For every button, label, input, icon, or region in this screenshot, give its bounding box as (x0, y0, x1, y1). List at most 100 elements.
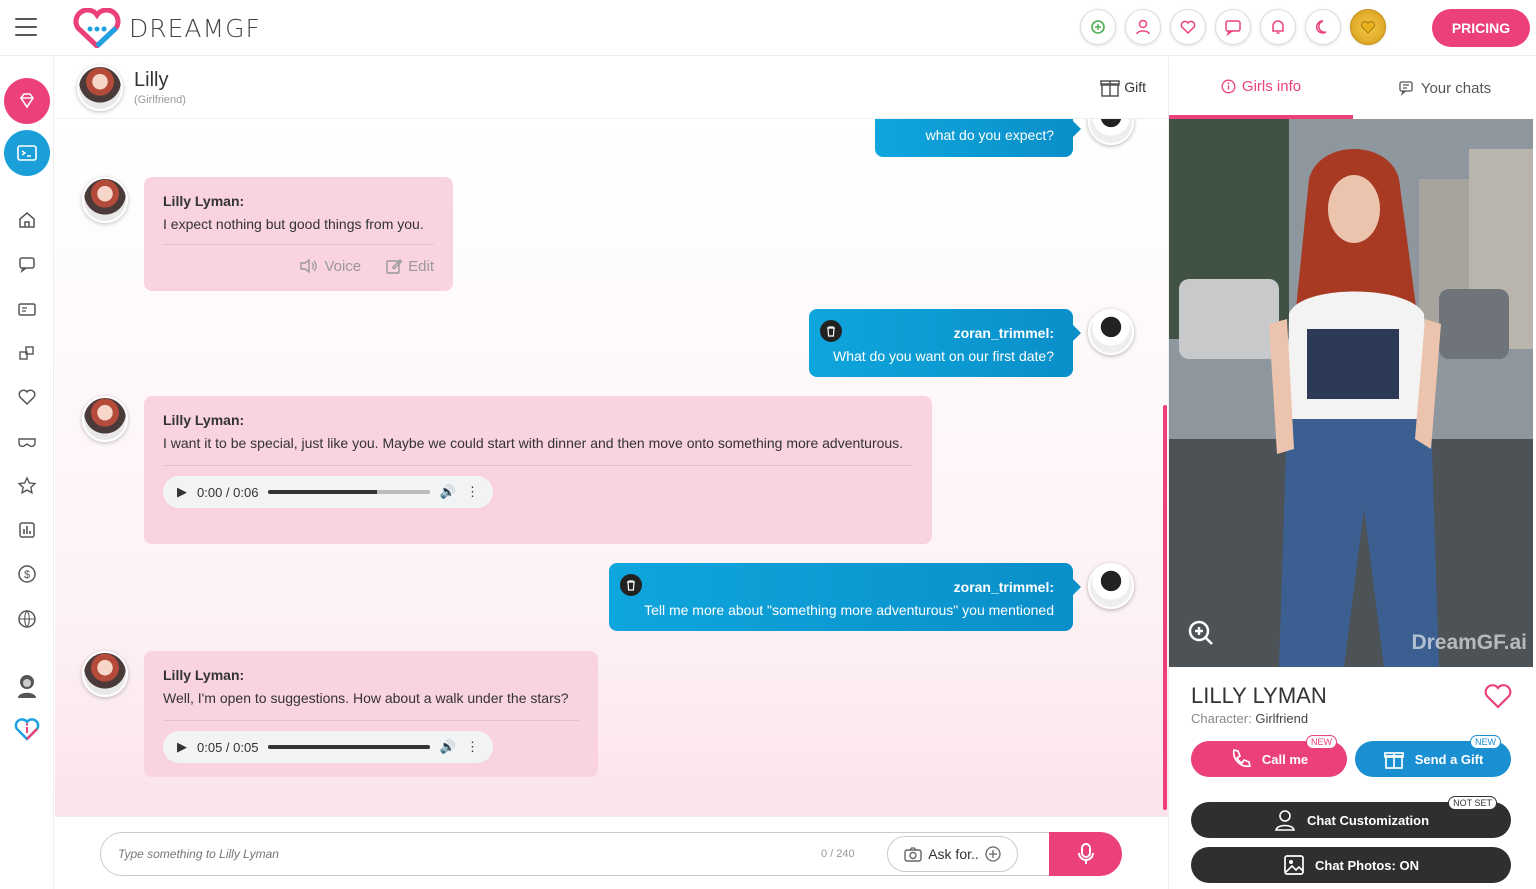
image-icon (1284, 855, 1304, 875)
delete-icon[interactable] (620, 574, 642, 596)
voice-button[interactable]: Voice (299, 257, 361, 275)
bell-icon[interactable] (1260, 9, 1296, 45)
tab-your-chats-label: Your chats (1420, 79, 1492, 97)
chat-scrollbar[interactable] (1163, 405, 1167, 810)
chat-photos-button[interactable]: Chat Photos: ON (1191, 847, 1511, 883)
edit-button[interactable]: Edit (385, 257, 434, 275)
chat-area[interactable]: what do you expect? Lilly Lyman: I expec… (55, 119, 1168, 816)
girl-photo[interactable]: DreamGF.ai (1169, 119, 1533, 667)
heart-icon[interactable] (1170, 9, 1206, 45)
lilly-avatar[interactable] (82, 651, 128, 697)
play-icon[interactable]: ▶ (177, 739, 187, 755)
chat-header: Lilly (Girlfriend) Gift (55, 57, 1168, 119)
chat-icon[interactable] (14, 251, 40, 277)
character-line: Character: Girlfriend (1191, 711, 1308, 726)
star-icon[interactable] (14, 473, 40, 499)
volume-icon[interactable]: 🔊 (440, 739, 456, 755)
dollar-icon[interactable]: $ (14, 561, 40, 587)
chat-avatar[interactable] (77, 65, 123, 111)
message-input[interactable] (101, 847, 821, 861)
new-badge: NEW (1470, 735, 1501, 749)
ask-for-label: Ask for.. (928, 846, 979, 862)
char-counter: 0 / 240 (821, 848, 855, 860)
call-me-button[interactable]: Call me NEW (1191, 735, 1347, 777)
audio-time: 0:00 / 0:06 (197, 484, 259, 500)
message-text: What do you want on our first date? (832, 348, 1054, 364)
audio-player[interactable]: ▶ 0:00 / 0:06 🔊 ⋮ (163, 465, 913, 508)
moon-icon[interactable] (1305, 9, 1341, 45)
phone-icon (1232, 748, 1251, 768)
message-input-box: 0 / 240 Ask for.. (100, 832, 1080, 876)
audio-seek-bar[interactable] (268, 490, 430, 494)
edit-label: Edit (408, 257, 434, 275)
diamond-icon[interactable] (4, 78, 50, 124)
lilly-avatar[interactable] (82, 396, 128, 442)
gold-coin-icon[interactable] (1350, 9, 1386, 45)
brand-name: DREAMGF (129, 13, 261, 43)
info-icon (1221, 79, 1236, 93)
user-avatar[interactable] (1088, 119, 1134, 145)
globe-icon[interactable] (14, 606, 40, 632)
svg-text:$: $ (24, 569, 30, 581)
tab-your-chats[interactable]: Your chats (1353, 57, 1536, 119)
chat-customization-button[interactable]: Chat Customization NOT SET (1191, 796, 1511, 838)
message-text: Well, I'm open to suggestions. How about… (163, 690, 569, 706)
ask-for-button[interactable]: Ask for.. (887, 836, 1018, 872)
audio-player[interactable]: ▶ 0:05 / 0:05 🔊 ⋮ (163, 720, 579, 763)
portrait-illustration (1169, 119, 1533, 667)
chat-subtitle: (Girlfriend) (134, 94, 186, 106)
heart-icon[interactable] (14, 384, 40, 410)
chart-icon[interactable] (14, 517, 40, 543)
zoom-in-icon[interactable] (1187, 619, 1215, 652)
lilly-avatar[interactable] (82, 177, 128, 223)
chat-icon[interactable] (1215, 9, 1251, 45)
mask-icon[interactable] (14, 429, 40, 455)
coin-swap-icon[interactable] (1080, 9, 1116, 45)
gift-label: Gift (1124, 79, 1146, 95)
new-badge: NEW (1306, 735, 1337, 749)
message-author: Lilly Lyman: (163, 412, 245, 428)
avatar-icon[interactable] (14, 673, 40, 699)
terminal-icon[interactable] (4, 130, 50, 176)
chats-icon (1399, 80, 1413, 96)
chat-name: Lilly (134, 69, 169, 91)
play-icon[interactable]: ▶ (177, 484, 187, 500)
volume-icon[interactable]: 🔊 (440, 484, 456, 500)
chat-customization-label: Chat Customization (1306, 812, 1430, 828)
hamburger-menu-icon[interactable] (15, 18, 37, 36)
logo[interactable]: DREAMGF (73, 8, 261, 48)
chat-photos-label: Chat Photos: (1314, 857, 1396, 873)
voice-label: Voice (324, 257, 362, 275)
top-bar: DREAMGF PRICING (0, 0, 1536, 56)
favorite-heart-icon[interactable] (1484, 683, 1512, 714)
home-icon[interactable] (14, 207, 40, 233)
more-options-icon[interactable]: ⋮ (466, 739, 479, 755)
message-text: I want it to be special, just like you. … (163, 435, 904, 451)
user-icon[interactable] (1125, 9, 1161, 45)
info-heart-icon[interactable] (14, 716, 40, 742)
send-gift-button[interactable]: Send a Gift NEW (1355, 735, 1511, 777)
user-avatar[interactable] (1088, 563, 1134, 609)
message-outgoing: what do you expect? (875, 119, 1081, 157)
send-gift-label: Send a Gift (1414, 751, 1484, 767)
message-author: zoran_trimmel: (953, 579, 1054, 595)
delete-icon[interactable] (820, 320, 842, 342)
message-incoming: Lilly Lyman: I expect nothing but good t… (144, 177, 453, 291)
tab-girls-info-label: Girls info (1241, 77, 1302, 95)
message-text: Tell me more about "something more adven… (644, 602, 1054, 618)
gift-icon (1100, 80, 1120, 97)
gift-button[interactable]: Gift (1099, 76, 1146, 98)
speaker-icon (300, 258, 318, 274)
more-options-icon[interactable]: ⋮ (466, 484, 479, 500)
puzzle-icon[interactable] (14, 340, 40, 366)
microphone-button[interactable] (1049, 832, 1122, 876)
message-author: zoran_trimmel: (953, 325, 1054, 341)
user-avatar[interactable] (1088, 309, 1134, 355)
audio-seek-bar[interactable] (268, 745, 430, 749)
tab-girls-info[interactable]: Girls info (1169, 57, 1353, 119)
message-text: what do you expect? (925, 127, 1054, 143)
pricing-button[interactable]: PRICING (1432, 9, 1530, 47)
id-card-icon[interactable] (14, 296, 40, 322)
message-incoming: Lilly Lyman: I want it to be special, ju… (144, 396, 932, 544)
chat-photos-value: ON (1399, 857, 1420, 873)
